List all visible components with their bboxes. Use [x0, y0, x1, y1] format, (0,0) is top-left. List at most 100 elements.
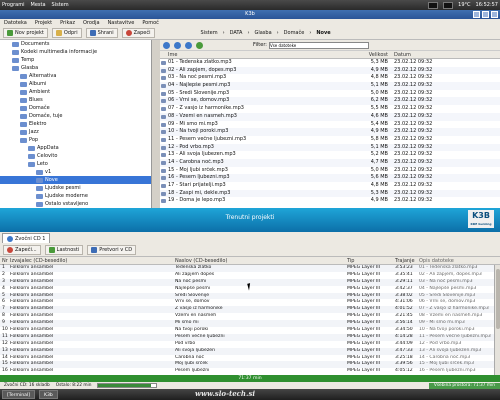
- open-button[interactable]: Odpri: [51, 28, 82, 38]
- col-title[interactable]: Naslov (CD-besedilo): [175, 257, 347, 264]
- menu-help[interactable]: Pomoč: [142, 19, 159, 27]
- tree-item[interactable]: Ambient: [0, 88, 151, 96]
- reload-icon[interactable]: [196, 41, 203, 49]
- menu-view[interactable]: Prikaz: [60, 19, 75, 27]
- track-row[interactable]: 5 Folklorni ansambel Sredi Slovenije MPEG L…: [0, 292, 500, 300]
- tree-item[interactable]: AppData: [0, 144, 151, 152]
- tree-item[interactable]: Alternativa: [0, 72, 151, 80]
- file-row[interactable]: 19 - Doma je lepo.mp3 4,9 MB 23.02.12 09:3…: [160, 197, 500, 205]
- tree-item[interactable]: Domače: [0, 104, 151, 112]
- file-row[interactable]: 05 - Sredi Slovenije.mp3 5,0 MB 23.02.12 0…: [160, 90, 500, 98]
- track-row[interactable]: 10 Folklorni ansambel Na tvoji poroki MPEG …: [0, 327, 500, 334]
- tree-item[interactable]: Pop: [0, 136, 151, 144]
- menu-tools[interactable]: Orodja: [83, 19, 100, 27]
- menu-settings[interactable]: Nastavitve: [108, 19, 135, 27]
- file-row[interactable]: 07 - Z vasjo iz harmonike.mp3 5,5 MB 23.02…: [160, 105, 500, 113]
- forward-icon[interactable]: [174, 41, 181, 49]
- col-size[interactable]: Velikost: [356, 51, 390, 58]
- close-button[interactable]: [491, 11, 498, 18]
- col-type[interactable]: Tip: [347, 257, 395, 264]
- places-menu[interactable]: Mesta: [31, 2, 46, 8]
- col-artist[interactable]: Izvajalec (CD-besedilo): [10, 257, 175, 264]
- col-length[interactable]: Trajanje: [395, 257, 419, 264]
- file-row[interactable]: 17 - Stari prijatelji.mp3 4,8 MB 23.02.12 …: [160, 182, 500, 190]
- tree-item[interactable]: Temp: [0, 56, 151, 64]
- tree-item[interactable]: Glasba: [0, 64, 151, 72]
- file-row[interactable]: 01 - Tedenska zlatko.mp3 5,3 MB 23.02.12 0…: [160, 59, 500, 67]
- col-date[interactable]: Datum: [390, 51, 450, 58]
- file-row[interactable]: 13 - Ali svoja ljubezen.mp3 5,2 MB 23.02.1…: [160, 151, 500, 159]
- file-row[interactable]: 12 - Pod vrbo.mp3 5,1 MB 23.02.12 09:32: [160, 143, 500, 152]
- tree-item[interactable]: Leto: [0, 160, 151, 168]
- tree-item[interactable]: Celovito: [0, 152, 151, 160]
- file-row[interactable]: 02 - Ali zapjem, dopes.mp3 4,9 MB 23.02.12…: [160, 66, 500, 75]
- col-filename[interactable]: Opis datoteke: [419, 257, 499, 264]
- file-row[interactable]: 09 - Mi smo mi.mp3 5,4 MB 23.02.12 09:32: [160, 121, 500, 129]
- file-row[interactable]: 11 - Pesem večne ljubezni.mp3 5,8 MB 23.02…: [160, 136, 500, 144]
- filter-input[interactable]: [268, 41, 369, 49]
- properties-button[interactable]: Lastnosti: [44, 244, 84, 255]
- window-titlebar[interactable]: K3b: [0, 10, 500, 19]
- track-list-scrollbar[interactable]: [494, 265, 500, 375]
- file-row[interactable]: 16 - Pesem ljubezni.mp3 5,6 MB 23.02.12 09…: [160, 174, 500, 182]
- file-row[interactable]: 08 - Vzemi en nasmeh.mp3 4,6 MB 23.02.12 0…: [160, 112, 500, 121]
- tree-item[interactable]: Kodeki multimedia informacije: [0, 48, 151, 56]
- track-row[interactable]: 6 Folklorni ansambel Vrni se, domov MPEG La…: [0, 299, 500, 306]
- system-menu[interactable]: Sistem: [52, 2, 69, 8]
- convert-button[interactable]: Pretvori v CD: [87, 244, 137, 255]
- tree-item[interactable]: Elektro: [0, 120, 151, 128]
- file-row[interactable]: 04 - Najlepše pesmi.mp3 5,1 MB 23.02.12 09…: [160, 82, 500, 90]
- tree-item[interactable]: Ljudske pesmi: [0, 184, 151, 192]
- applications-menu[interactable]: Programi: [2, 2, 25, 8]
- menu-project[interactable]: Projekt: [35, 19, 52, 27]
- burn-button[interactable]: Zapeči: [121, 28, 155, 38]
- track-row[interactable]: 2 Folklorni ansambel Ali zapjem dopes MPEG …: [0, 272, 500, 279]
- back-icon[interactable]: [163, 41, 170, 49]
- breadcrumb-item[interactable]: Sistem: [199, 30, 220, 36]
- tree-item[interactable]: Jazz: [0, 128, 151, 136]
- track-row[interactable]: 14 Folklorni ansambel Čarobna noč MPEG Laye…: [0, 355, 500, 362]
- taskbar-k3b[interactable]: K3b: [39, 390, 58, 399]
- col-name[interactable]: Ime: [160, 51, 356, 58]
- taskbar-terminal[interactable]: [Terminal]: [2, 390, 35, 399]
- maximize-button[interactable]: [482, 11, 489, 18]
- track-row[interactable]: 1 Folklorni ansambel Tedenska zlatko MPEG L…: [0, 265, 500, 272]
- tree-item[interactable]: Albumi: [0, 80, 151, 88]
- folder-tree[interactable]: Documents Kodeki multimedia informacije Te…: [0, 40, 152, 208]
- track-row[interactable]: 8 Folklorni ansambel Vzemi en nasmeh MPEG L…: [0, 313, 500, 320]
- tree-item[interactable]: Domače, tuje: [0, 112, 151, 120]
- tab-audio-cd[interactable]: Zvočni CD 1: [2, 233, 51, 243]
- new-project-button[interactable]: Nov projekt: [3, 28, 48, 38]
- minimize-button[interactable]: [473, 11, 480, 18]
- tree-item[interactable]: Ostalo vstavljeno: [0, 200, 151, 208]
- tree-item[interactable]: Nove: [0, 176, 151, 184]
- track-row[interactable]: 13 Folklorni ansambel Ali svoja ljubezen MP…: [0, 347, 500, 355]
- breadcrumb-item[interactable]: Domače: [282, 30, 307, 36]
- breadcrumb-item[interactable]: Nove: [314, 30, 332, 36]
- up-icon[interactable]: [185, 41, 192, 49]
- track-artist: Folklorni ansambel: [10, 278, 54, 284]
- tree-item[interactable]: Blues: [0, 96, 151, 104]
- file-row[interactable]: 06 - Vrni se, domov.mp3 6,2 MB 23.02.12 09…: [160, 97, 500, 106]
- track-row[interactable]: 15 Folklorni ansambel Moj ljubi srček MPEG …: [0, 361, 500, 369]
- track-row[interactable]: 12 Folklorni ansambel Pod vrbo MPEG Layer I…: [0, 341, 500, 348]
- menu-file[interactable]: Datoteka: [4, 19, 27, 27]
- file-row[interactable]: 14 - Čarobna noč.mp3 4,7 MB 23.02.12 09:32: [160, 158, 500, 167]
- file-row[interactable]: 10 - Na tvoji poroki.mp3 4,9 MB 23.02.12 0…: [160, 128, 500, 136]
- file-row[interactable]: 03 - Na noč pesmi.mp3 4,8 MB 23.02.12 09:3…: [160, 74, 500, 82]
- col-number[interactable]: Nr: [0, 257, 10, 264]
- track-row[interactable]: 9 Folklorni ansambel Mi smo mi MPEG Layer I…: [0, 320, 500, 328]
- project-burn-button[interactable]: Zapeči...: [3, 244, 41, 255]
- breadcrumb-item[interactable]: Glasba: [252, 30, 273, 36]
- tree-item[interactable]: Documents: [0, 40, 151, 48]
- save-button[interactable]: Shrani: [85, 28, 118, 38]
- track-row[interactable]: 11 Folklorni ansambel Pesem večne ljubezni…: [0, 333, 500, 341]
- file-row[interactable]: 15 - Moj ljubi srček.mp3 5,0 MB 23.02.12 0…: [160, 167, 500, 175]
- tree-item[interactable]: v1: [0, 168, 151, 176]
- clock[interactable]: 16:52:57: [476, 2, 498, 8]
- scrollbar-thumb[interactable]: [496, 269, 500, 329]
- tree-item[interactable]: Ljudske moderne: [0, 192, 151, 200]
- track-row[interactable]: 7 Folklorni ansambel Z vasjo iz harmonike M…: [0, 306, 500, 314]
- file-row[interactable]: 18 - Zaspi mi, dekle.mp3 5,3 MB 23.02.12 0…: [160, 189, 500, 198]
- breadcrumb-item[interactable]: DATA: [228, 30, 245, 36]
